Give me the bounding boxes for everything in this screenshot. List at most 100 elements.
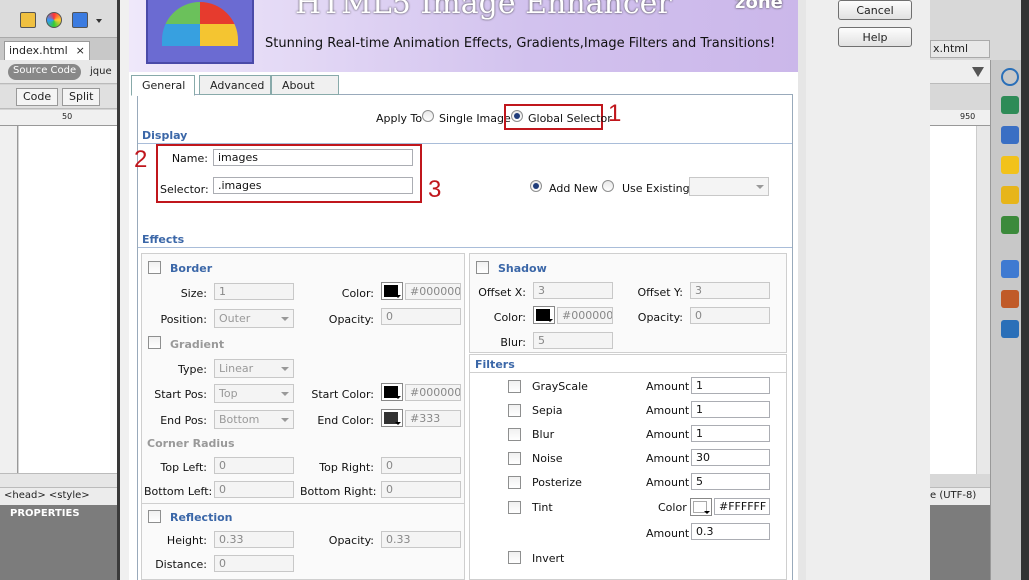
border-color-swatch[interactable] bbox=[381, 282, 403, 300]
filter-checkbox[interactable] bbox=[508, 380, 521, 393]
cancel-button[interactable]: Cancel bbox=[838, 0, 912, 20]
start-color-field[interactable]: #000000 bbox=[405, 384, 461, 401]
code-inspector-icon[interactable] bbox=[1001, 320, 1019, 338]
shadow-color-swatch[interactable] bbox=[533, 306, 555, 324]
amount-label: Amount bbox=[646, 428, 690, 441]
assets-icon[interactable] bbox=[1001, 156, 1019, 174]
blur-amount-field[interactable]: 1 bbox=[691, 425, 770, 442]
related-file-jquery[interactable]: jque bbox=[90, 66, 112, 77]
bottom-left-label: Bottom Left: bbox=[144, 485, 213, 498]
reflection-checkbox[interactable] bbox=[148, 510, 161, 523]
shadow-color-field[interactable]: #000000 bbox=[557, 307, 613, 324]
filter-checkbox[interactable] bbox=[508, 404, 521, 417]
reflection-height-field[interactable]: 0.33 bbox=[214, 531, 294, 548]
insert-tag-icon[interactable] bbox=[20, 12, 36, 28]
tint-amount-field[interactable]: 0.3 bbox=[691, 523, 770, 540]
tint-checkbox[interactable] bbox=[508, 501, 521, 514]
use-existing-label[interactable]: Use Existing: bbox=[622, 182, 693, 195]
border-opacity-label: Opacity: bbox=[328, 313, 374, 326]
source-code-button[interactable]: Source Code bbox=[8, 64, 82, 80]
existing-selector-dropdown[interactable] bbox=[689, 177, 769, 196]
top-right-field[interactable]: 0 bbox=[381, 457, 461, 474]
offset-y-field[interactable]: 3 bbox=[690, 282, 770, 299]
tint-color-field[interactable]: #FFFFFF bbox=[714, 498, 770, 515]
border-size-field[interactable]: 1 bbox=[214, 283, 294, 300]
tab-general[interactable]: General bbox=[131, 75, 195, 96]
use-existing-radio[interactable] bbox=[602, 180, 614, 192]
selector-field[interactable]: .images bbox=[213, 177, 413, 194]
tab-label: index.html bbox=[9, 44, 68, 57]
horizontal-scrollbar[interactable] bbox=[0, 473, 117, 487]
code-view-button[interactable]: Code bbox=[16, 88, 59, 106]
start-color-swatch[interactable] bbox=[381, 383, 403, 401]
bottom-left-field[interactable]: 0 bbox=[214, 481, 294, 498]
tab-advanced[interactable]: Advanced bbox=[199, 75, 271, 95]
filter-checkbox[interactable] bbox=[508, 476, 521, 489]
amount-label: Amount bbox=[646, 404, 690, 417]
border-checkbox[interactable] bbox=[148, 261, 161, 274]
tab-other-html[interactable]: x.html bbox=[930, 40, 990, 58]
insert-panel-icon[interactable] bbox=[1001, 96, 1019, 114]
image-icon[interactable] bbox=[72, 12, 88, 28]
border-opacity-field[interactable]: 0 bbox=[381, 308, 461, 325]
color-wheel-icon[interactable] bbox=[46, 12, 62, 28]
toolbox-icon[interactable] bbox=[1001, 290, 1019, 308]
filter-checkbox[interactable] bbox=[508, 452, 521, 465]
gradient-title: Gradient bbox=[170, 338, 225, 351]
design-canvas-right[interactable] bbox=[930, 126, 976, 474]
chevron-down-icon[interactable] bbox=[96, 19, 102, 23]
border-color-field[interactable]: #000000 bbox=[405, 283, 461, 300]
single-image-label[interactable]: Single Image bbox=[439, 112, 511, 125]
border-position-select[interactable]: Outer bbox=[214, 309, 294, 328]
filter-checkbox[interactable] bbox=[508, 428, 521, 441]
files-icon[interactable] bbox=[1001, 260, 1019, 278]
vertical-scrollbar[interactable] bbox=[976, 126, 990, 474]
gradient-checkbox[interactable] bbox=[148, 336, 161, 349]
tab-index-html[interactable]: index.html × bbox=[4, 41, 90, 60]
tag-selector[interactable]: <head> <style> bbox=[0, 487, 117, 505]
amount-label: Amount bbox=[646, 452, 690, 465]
horizontal-ruler: 50 bbox=[0, 110, 117, 126]
shadow-opacity-field[interactable]: 0 bbox=[690, 307, 770, 324]
offset-x-field[interactable]: 3 bbox=[533, 282, 613, 299]
behaviors-icon[interactable] bbox=[1001, 186, 1019, 204]
single-image-radio[interactable] bbox=[422, 110, 434, 122]
add-new-label[interactable]: Add New bbox=[549, 182, 598, 195]
css-panel-icon[interactable] bbox=[1001, 126, 1019, 144]
tint-color-swatch[interactable] bbox=[690, 498, 712, 516]
shadow-blur-field[interactable]: 5 bbox=[533, 332, 613, 349]
snippets-icon[interactable] bbox=[1001, 216, 1019, 234]
design-canvas[interactable] bbox=[19, 126, 117, 474]
grayscale-amount-field[interactable]: 1 bbox=[691, 377, 770, 394]
add-new-radio[interactable] bbox=[530, 180, 542, 192]
group-divider bbox=[470, 372, 786, 373]
gradient-type-select[interactable]: Linear bbox=[214, 359, 294, 378]
tint-amount-label: Amount bbox=[646, 527, 690, 540]
noise-amount-field[interactable]: 30 bbox=[691, 449, 770, 466]
search-icon[interactable] bbox=[1001, 68, 1019, 86]
bottom-right-field[interactable]: 0 bbox=[381, 481, 461, 498]
sepia-amount-field[interactable]: 1 bbox=[691, 401, 770, 418]
reflection-distance-field[interactable]: 0 bbox=[214, 555, 294, 572]
end-pos-select[interactable]: Bottom bbox=[214, 410, 294, 429]
posterize-amount-field[interactable]: 5 bbox=[691, 473, 770, 490]
filter-bar bbox=[930, 60, 992, 84]
start-pos-select[interactable]: Top bbox=[214, 384, 294, 403]
close-icon[interactable]: × bbox=[76, 44, 85, 57]
tab-about[interactable]: About bbox=[271, 75, 339, 95]
invert-checkbox[interactable] bbox=[508, 551, 521, 564]
global-selector-radio[interactable] bbox=[511, 110, 523, 122]
name-field[interactable]: images bbox=[213, 149, 413, 166]
properties-title: PROPERTIES bbox=[10, 508, 80, 519]
shadow-checkbox[interactable] bbox=[476, 261, 489, 274]
reflection-height-label: Height: bbox=[166, 534, 207, 547]
reflection-opacity-field[interactable]: 0.33 bbox=[381, 531, 461, 548]
filter-icon[interactable] bbox=[972, 67, 984, 77]
global-selector-label[interactable]: Global Selector bbox=[528, 112, 612, 125]
end-color-swatch[interactable] bbox=[381, 409, 403, 427]
help-button[interactable]: Help bbox=[838, 27, 912, 47]
split-view-button[interactable]: Split bbox=[62, 88, 101, 106]
dialog-scrollbar[interactable] bbox=[798, 0, 806, 580]
end-color-field[interactable]: #333 bbox=[405, 410, 461, 427]
top-left-field[interactable]: 0 bbox=[214, 457, 294, 474]
